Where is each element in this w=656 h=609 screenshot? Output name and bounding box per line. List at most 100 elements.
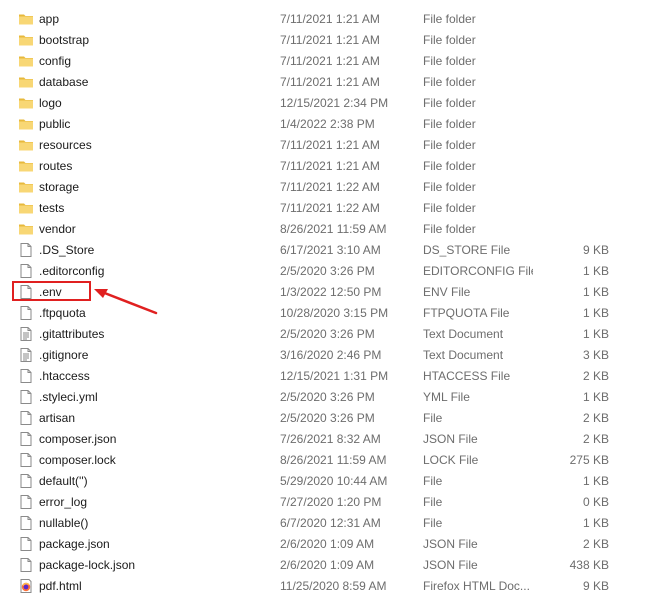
file-icon xyxy=(18,452,34,468)
folder-icon xyxy=(18,179,34,195)
annotation-arrow-icon xyxy=(94,289,158,315)
file-name: logo xyxy=(39,96,62,110)
file-date-modified: 7/11/2021 1:21 AM xyxy=(280,159,380,173)
file-size: 1 KB xyxy=(582,264,609,278)
file-type: File xyxy=(423,474,443,488)
file-row[interactable]: storage 7/11/2021 1:22 AM File folder xyxy=(0,177,656,198)
file-row[interactable]: package-lock.json 2/6/2020 1:09 AM JSON Fi… xyxy=(0,555,656,576)
file-type: File folder xyxy=(423,159,476,173)
file-date-modified: 6/7/2020 12:31 AM xyxy=(280,516,381,530)
file-row[interactable]: .gitattributes 2/5/2020 3:26 PM Text Docum… xyxy=(0,324,656,345)
file-type: Firefox HTML Doc... xyxy=(423,579,530,593)
file-size: 9 KB xyxy=(582,243,609,257)
file-icon xyxy=(18,242,34,258)
file-row[interactable]: pdf.html 11/25/2020 8:59 AM Firefox HTML D… xyxy=(0,576,656,597)
file-row[interactable]: tests 7/11/2021 1:22 AM File folder xyxy=(0,198,656,219)
file-row[interactable]: routes 7/11/2021 1:21 AM File folder xyxy=(0,156,656,177)
file-row[interactable]: default('') 5/29/2020 10:44 AM File 1 KB xyxy=(0,471,656,492)
file-date-modified: 3/16/2020 2:46 PM xyxy=(280,348,382,362)
file-row[interactable]: .gitignore 3/16/2020 2:46 PM Text Document… xyxy=(0,345,656,366)
highlight-box xyxy=(12,281,91,301)
file-type: Text Document xyxy=(423,327,504,341)
file-size: 2 KB xyxy=(582,411,609,425)
file-date-modified: 12/15/2021 1:31 PM xyxy=(280,369,389,383)
file-name: storage xyxy=(39,180,80,194)
file-row[interactable]: bootstrap 7/11/2021 1:21 AM File folder xyxy=(0,30,656,51)
file-row[interactable]: public 1/4/2022 2:38 PM File folder xyxy=(0,114,656,135)
file-icon xyxy=(18,473,34,489)
file-name: public xyxy=(39,117,71,131)
file-row[interactable]: vendor 8/26/2021 11:59 AM File folder xyxy=(0,219,656,240)
file-type: File folder xyxy=(423,117,476,131)
file-row[interactable]: app 7/11/2021 1:21 AM File folder xyxy=(0,9,656,30)
file-date-modified: 2/6/2020 1:09 AM xyxy=(280,558,375,572)
file-type: YML File xyxy=(423,390,470,404)
file-row[interactable]: resources 7/11/2021 1:21 AM File folder xyxy=(0,135,656,156)
file-name: resources xyxy=(39,138,92,152)
file-type: LOCK File xyxy=(423,453,479,467)
file-row[interactable]: error_log 7/27/2020 1:20 PM File 0 KB xyxy=(0,492,656,513)
file-name: .gitignore xyxy=(39,348,89,362)
file-date-modified: 1/3/2022 12:50 PM xyxy=(280,285,382,299)
folder-icon xyxy=(18,158,34,174)
folder-icon xyxy=(18,116,34,132)
file-row[interactable]: config 7/11/2021 1:21 AM File folder xyxy=(0,51,656,72)
folder-icon xyxy=(18,53,34,69)
file-row[interactable]: composer.json 7/26/2021 8:32 AM JSON File 2… xyxy=(0,429,656,450)
file-date-modified: 7/11/2021 1:21 AM xyxy=(280,54,380,68)
file-size: 9 KB xyxy=(582,579,609,593)
file-name: app xyxy=(39,12,60,26)
file-size: 2 KB xyxy=(582,537,609,551)
file-row[interactable]: .htaccess 12/15/2021 1:31 PM HTACCESS File… xyxy=(0,366,656,387)
file-type: File folder xyxy=(423,201,476,215)
file-type: FTPQUOTA File xyxy=(423,306,510,320)
file-date-modified: 2/5/2020 3:26 PM xyxy=(280,390,375,404)
file-icon xyxy=(18,431,34,447)
file-name: .editorconfig xyxy=(39,264,105,278)
folder-icon xyxy=(18,95,34,111)
file-type: File folder xyxy=(423,75,476,89)
file-date-modified: 11/25/2020 8:59 AM xyxy=(280,579,387,593)
file-row[interactable]: artisan 2/5/2020 3:26 PM File 2 KB xyxy=(0,408,656,429)
file-name: .styleci.yml xyxy=(39,390,98,404)
file-name: artisan xyxy=(39,411,76,425)
file-icon xyxy=(18,557,34,573)
folder-icon xyxy=(18,11,34,27)
file-type: File folder xyxy=(423,180,476,194)
file-type: File xyxy=(423,411,443,425)
file-row[interactable]: nullable() 6/7/2020 12:31 AM File 1 KB xyxy=(0,513,656,534)
file-date-modified: 7/11/2021 1:22 AM xyxy=(280,201,380,215)
file-date-modified: 7/27/2020 1:20 PM xyxy=(280,495,382,509)
file-icon xyxy=(18,305,34,321)
file-type: DS_STORE File xyxy=(423,243,511,257)
file-name: pdf.html xyxy=(39,579,82,593)
file-date-modified: 1/4/2022 2:38 PM xyxy=(280,117,375,131)
file-row[interactable]: composer.lock 8/26/2021 11:59 AM LOCK File… xyxy=(0,450,656,471)
file-row[interactable]: .editorconfig 2/5/2020 3:26 PM EDITORCONFI… xyxy=(0,261,656,282)
file-size: 3 KB xyxy=(582,348,609,362)
file-name: package.json xyxy=(39,537,110,551)
file-row[interactable]: .DS_Store 6/17/2021 3:10 AM DS_STORE File 9… xyxy=(0,240,656,261)
file-type: HTACCESS File xyxy=(423,369,511,383)
file-date-modified: 6/17/2021 3:10 AM xyxy=(280,243,381,257)
file-date-modified: 8/26/2021 11:59 AM xyxy=(280,222,387,236)
file-row[interactable]: database 7/11/2021 1:21 AM File folder xyxy=(0,72,656,93)
file-size: 1 KB xyxy=(582,516,609,530)
file-icon xyxy=(18,515,34,531)
file-icon xyxy=(18,389,34,405)
file-name: .DS_Store xyxy=(39,243,95,257)
file-name: error_log xyxy=(39,495,88,509)
file-date-modified: 2/5/2020 3:26 PM xyxy=(280,327,375,341)
file-date-modified: 12/15/2021 2:34 PM xyxy=(280,96,389,110)
file-row[interactable]: .styleci.yml 2/5/2020 3:26 PM YML File 1 KB xyxy=(0,387,656,408)
file-size: 1 KB xyxy=(582,390,609,404)
file-size: 2 KB xyxy=(582,369,609,383)
file-name: composer.lock xyxy=(39,453,116,467)
file-row[interactable]: package.json 2/6/2020 1:09 AM JSON File 2 K… xyxy=(0,534,656,555)
file-row[interactable]: logo 12/15/2021 2:34 PM File folder xyxy=(0,93,656,114)
folder-icon xyxy=(18,137,34,153)
file-icon xyxy=(18,410,34,426)
file-type: JSON File xyxy=(423,558,478,572)
file-date-modified: 7/11/2021 1:21 AM xyxy=(280,138,380,152)
file-date-modified: 8/26/2021 11:59 AM xyxy=(280,453,387,467)
